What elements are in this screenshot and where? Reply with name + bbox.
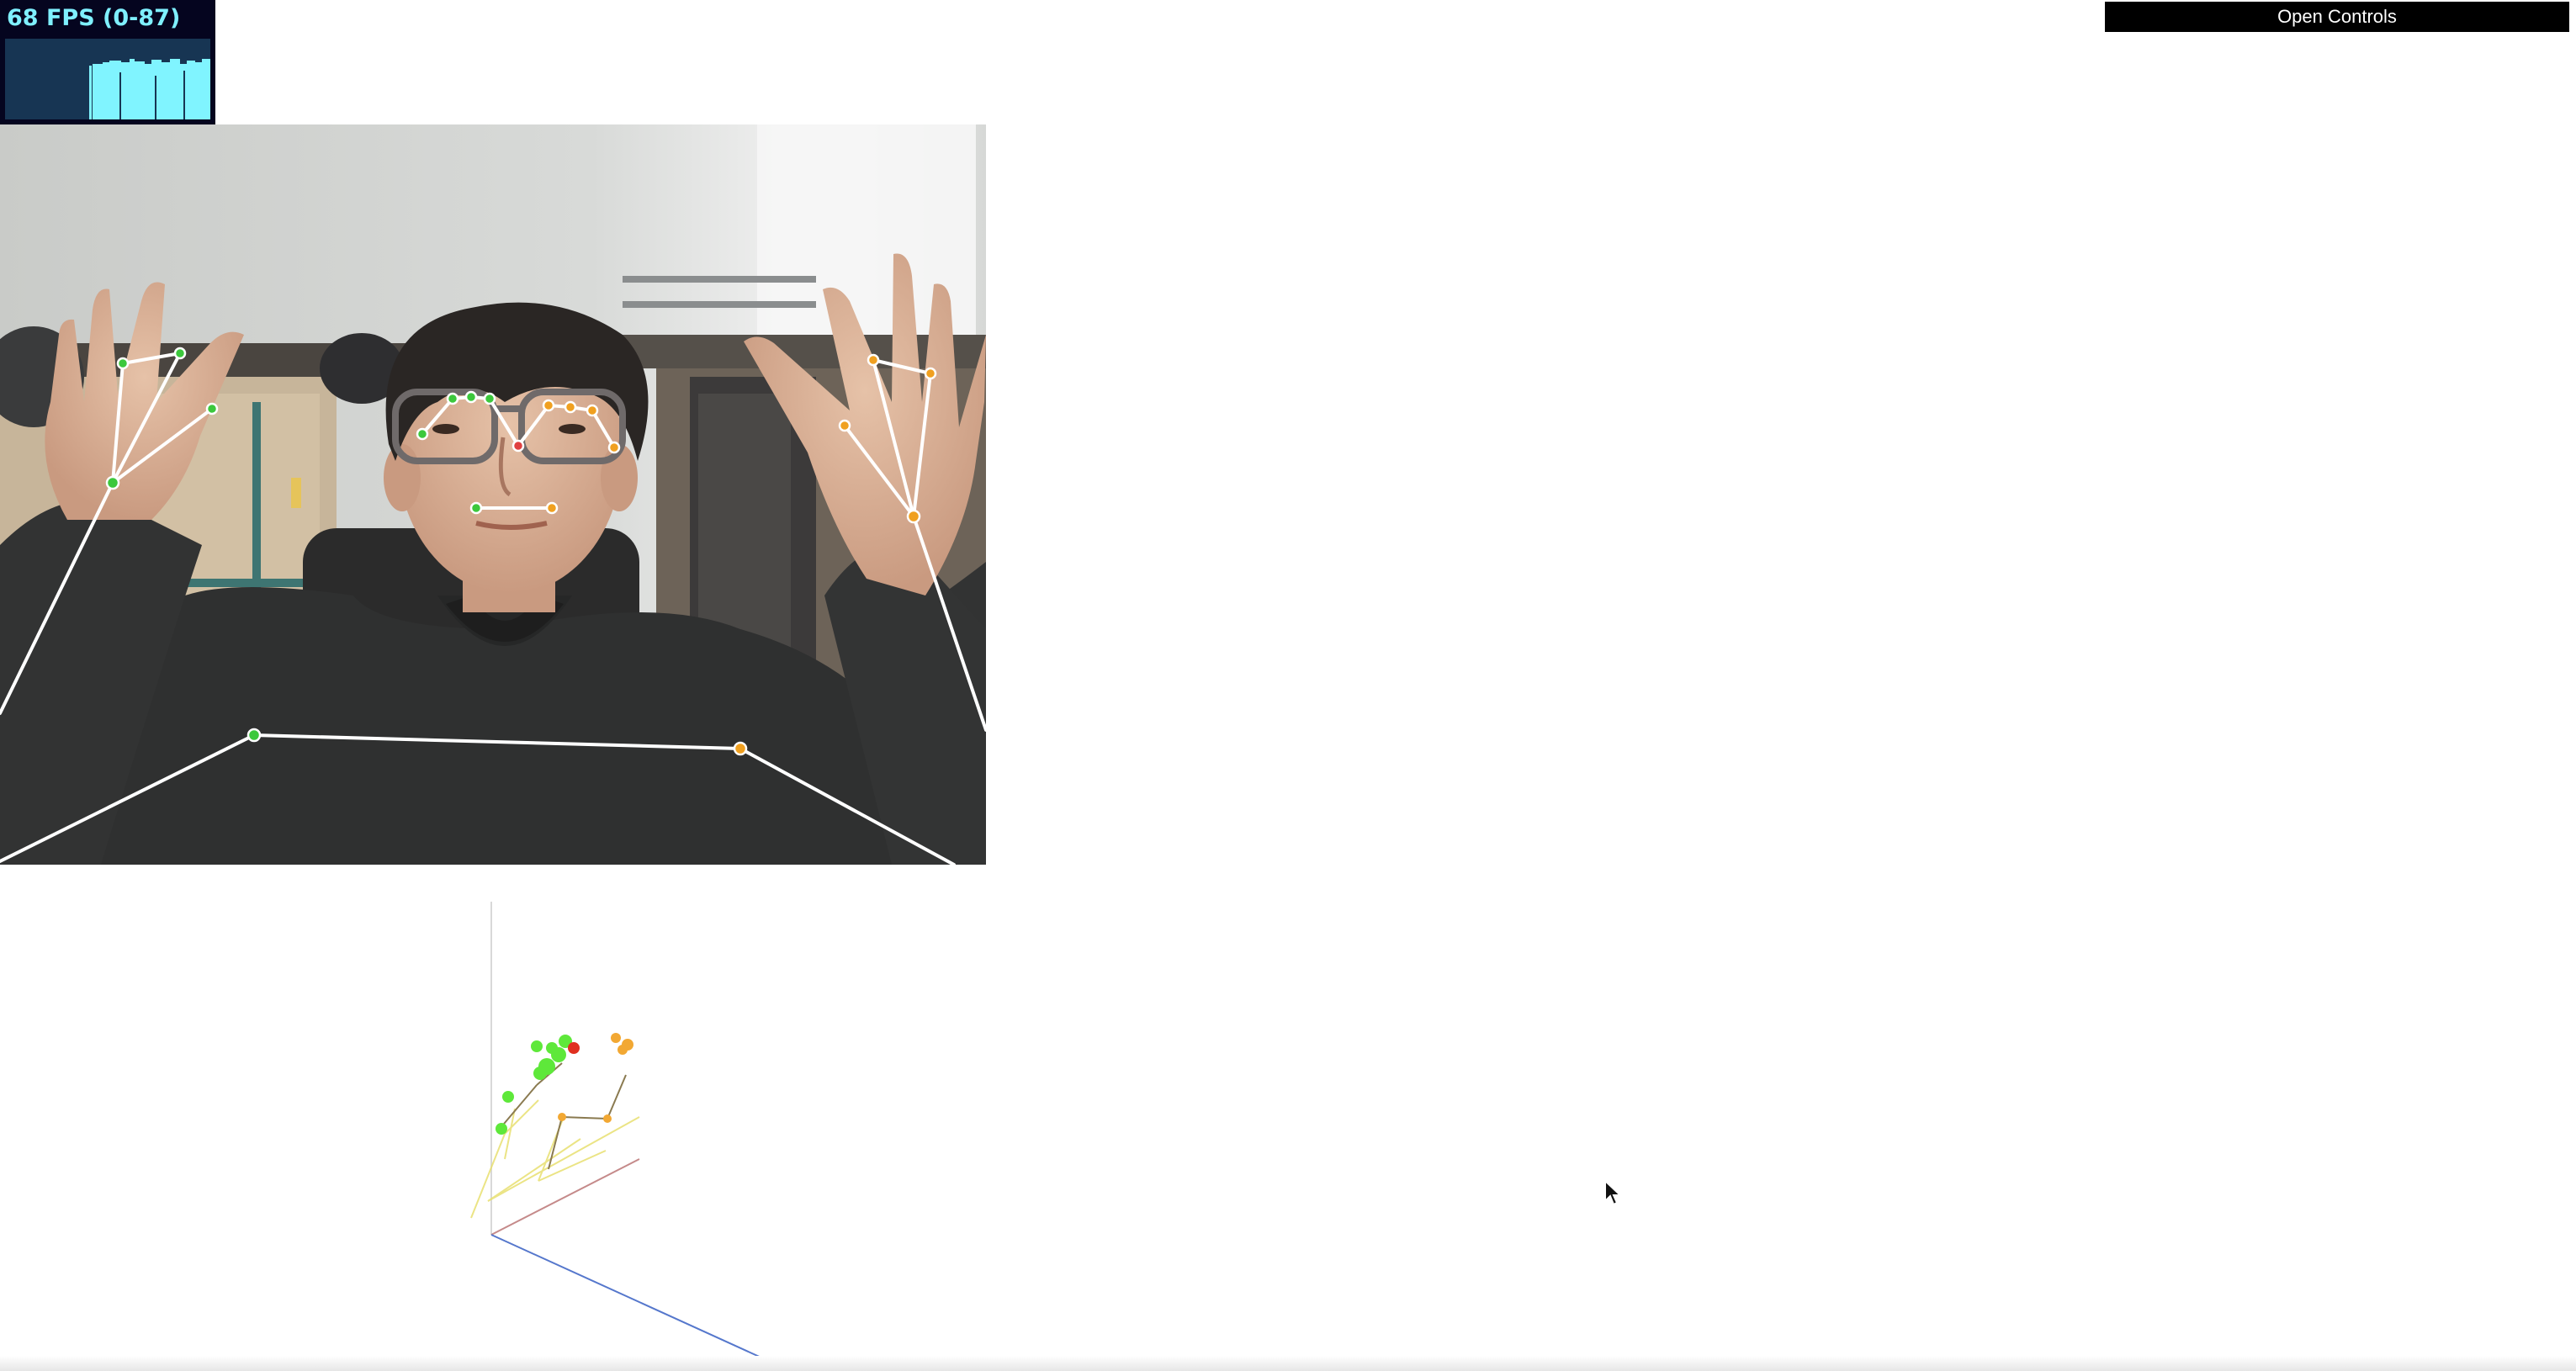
3d-pose-scene[interactable] [0, 865, 986, 1371]
scene-bones [470, 1099, 640, 1219]
scene-keypoints [496, 1033, 633, 1135]
x-axis [490, 1158, 640, 1236]
bottom-edge-shadow [0, 1356, 2576, 1371]
scene-axes [490, 902, 792, 1371]
fps-counter: 68 FPS (0-87) [7, 5, 181, 31]
open-controls-button[interactable]: Open Controls [2105, 2, 2569, 32]
fps-graph-bars [89, 59, 210, 119]
fps-graph [5, 39, 210, 119]
fps-stats-panel[interactable]: 68 FPS (0-87) [0, 0, 215, 124]
webcam-feed [0, 124, 986, 865]
z-axis [490, 1234, 792, 1371]
mouse-cursor-icon [1603, 1178, 1623, 1208]
